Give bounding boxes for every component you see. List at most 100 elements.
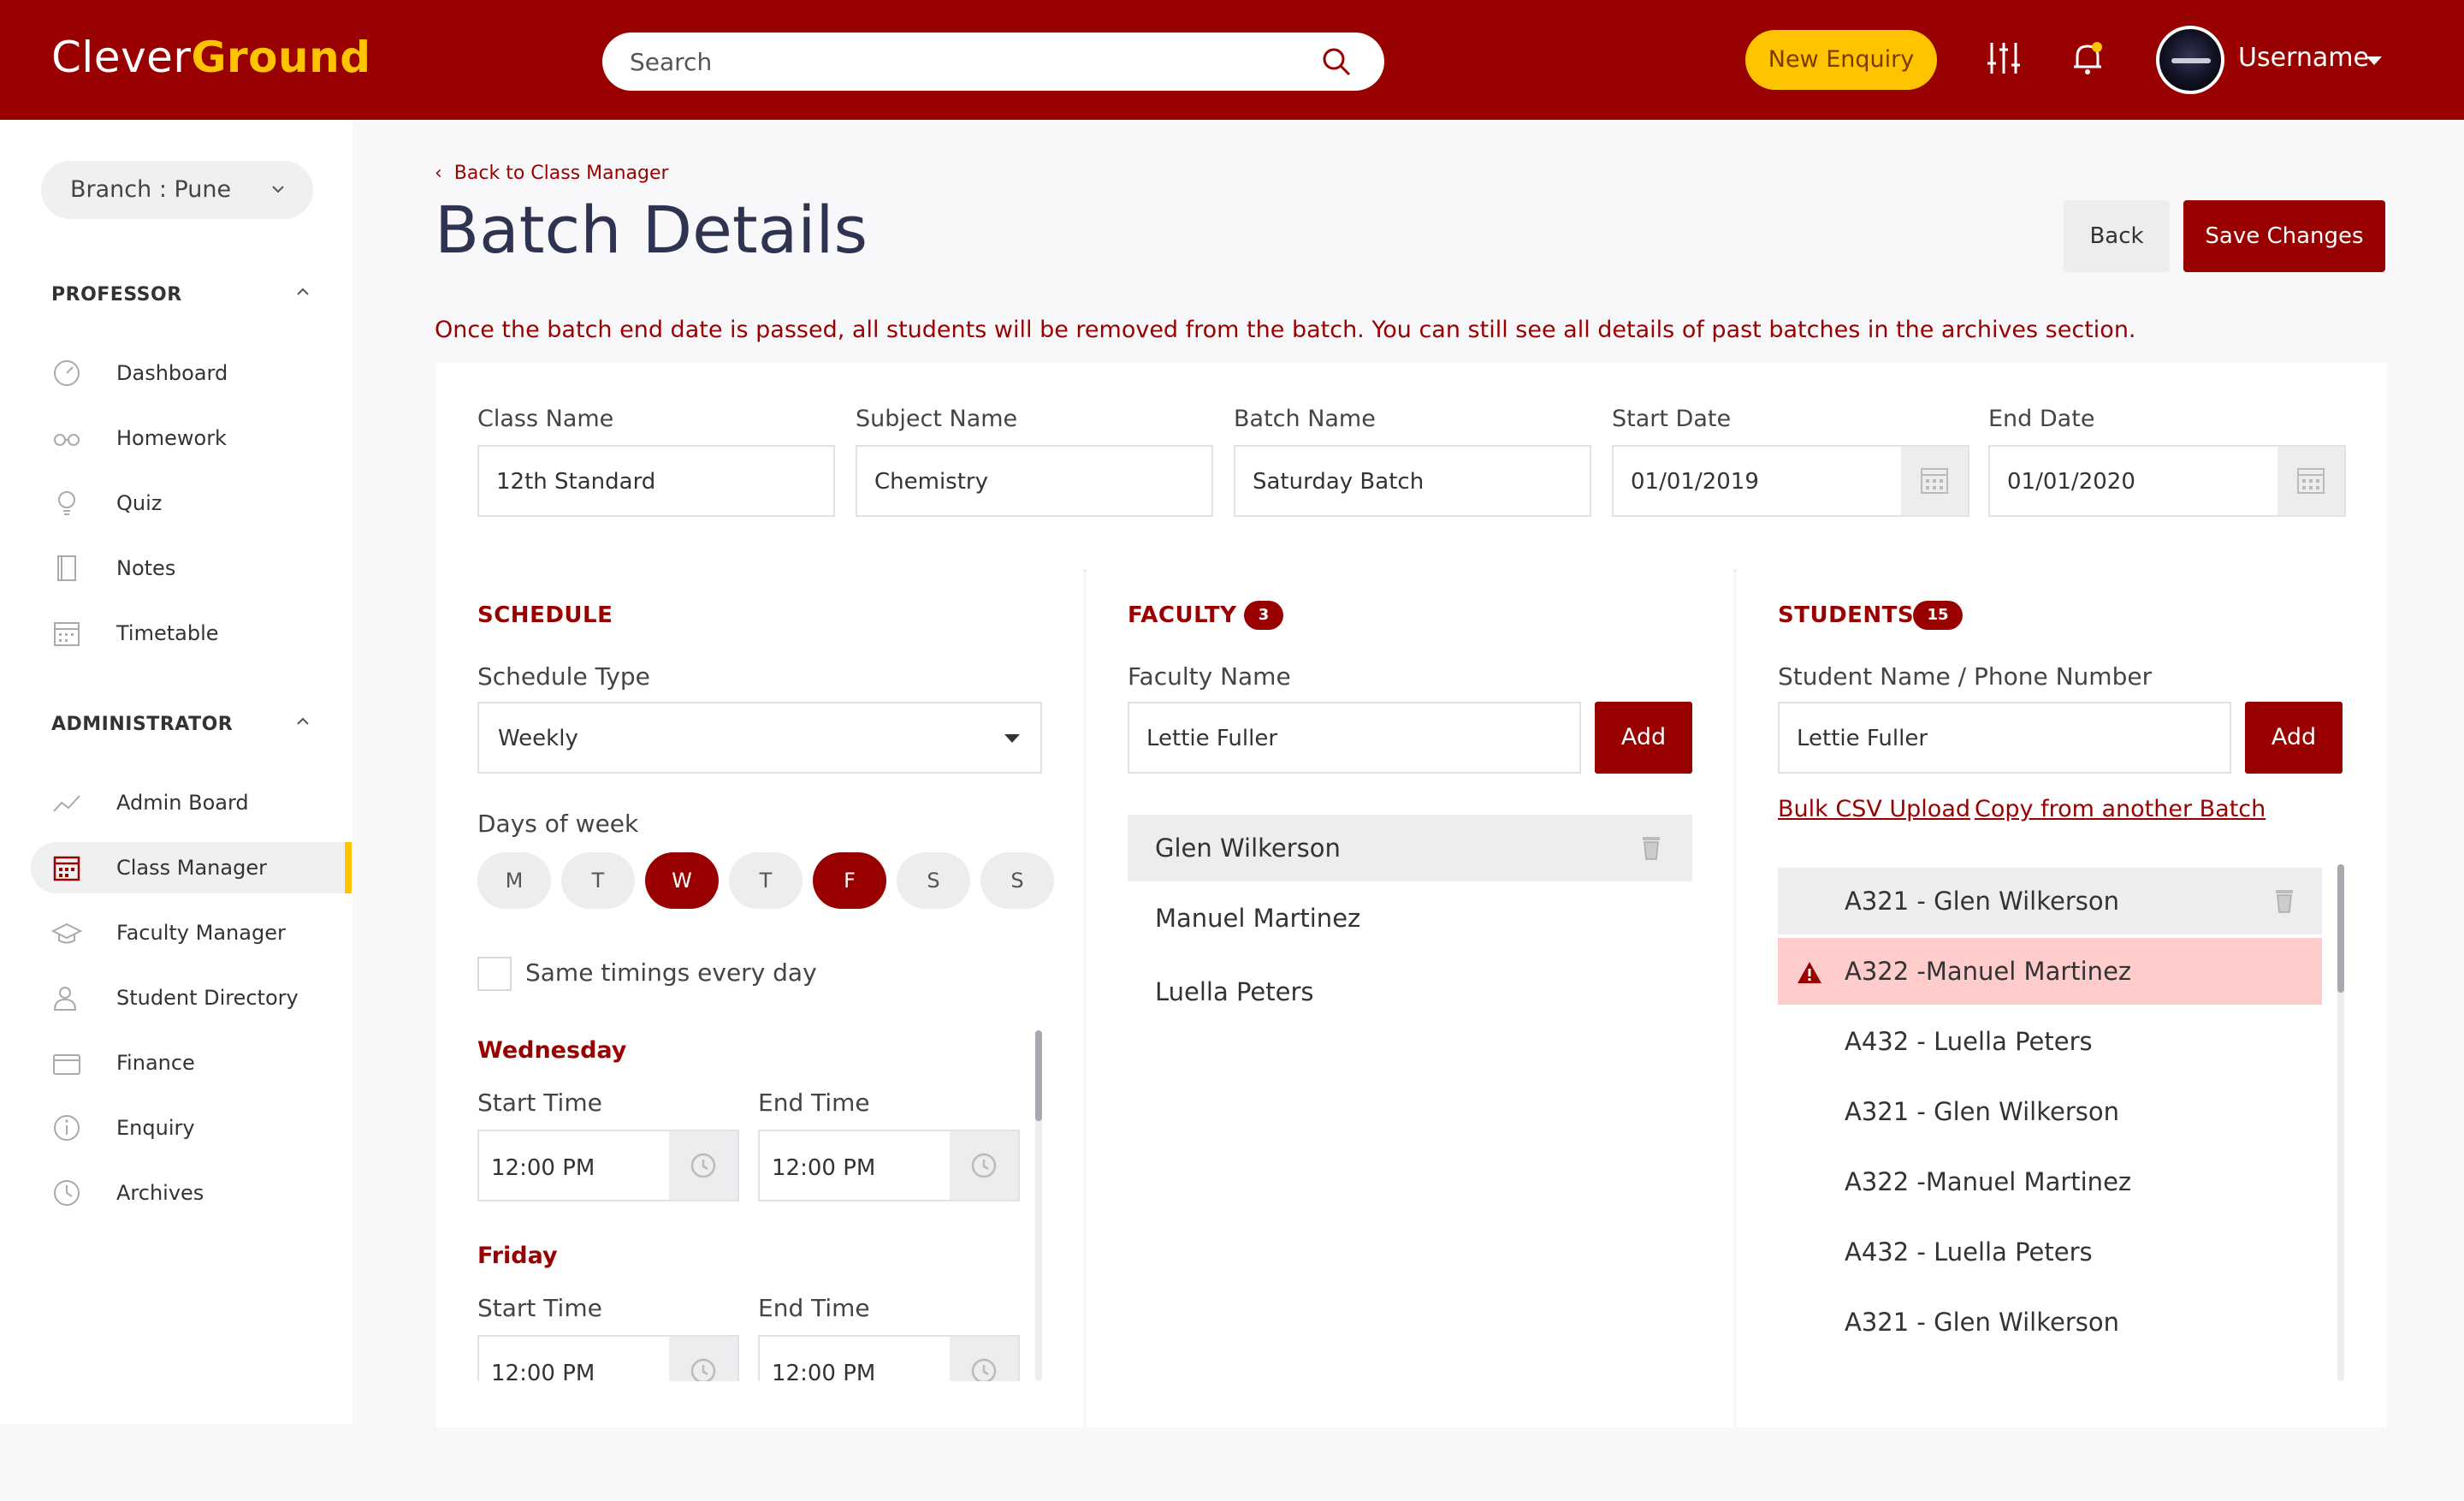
schedule-scroll-clip: 12:00 PM 12:00 PM [477, 1335, 1025, 1381]
batch-name-input[interactable]: Saturday Batch [1234, 445, 1591, 517]
end-time-input[interactable]: 12:00 PM [758, 1335, 1020, 1381]
trend-line-icon [53, 795, 80, 812]
dashboard-gauge-icon [54, 360, 80, 386]
username[interactable]: Username [2238, 43, 2369, 73]
faculty-list-item[interactable]: Manuel Martinez [1128, 885, 1692, 952]
day-toggle-friday[interactable]: F [813, 852, 886, 909]
faculty-list-item[interactable]: Luella Peters [1128, 958, 1692, 1025]
student-list-item[interactable]: A321 - Glen Wilkerson [1778, 1289, 2322, 1356]
schedule-day-heading: Friday [477, 1243, 558, 1269]
student-name-input[interactable]: Lettie Fuller [1778, 702, 2231, 774]
batch-name-label: Batch Name [1234, 406, 1376, 432]
sidebar-item-dashboard[interactable]: Dashboard [31, 347, 352, 399]
clock-history-icon [54, 1180, 80, 1206]
section-professor: PROFESSOR [51, 284, 182, 306]
students-count-badge: 15 [1913, 601, 1963, 630]
day-toggle-saturday[interactable]: S [897, 852, 970, 909]
start-date-label: Start Date [1612, 406, 1732, 432]
add-faculty-button[interactable]: Add [1595, 702, 1692, 774]
class-name-input[interactable]: 12th Standard [477, 445, 835, 517]
end-time-input[interactable]: 12:00 PM [758, 1130, 1020, 1201]
day-toggle-wednesday[interactable]: W [645, 852, 719, 909]
start-time-label: Start Time [477, 1089, 602, 1117]
lightbulb-icon [58, 491, 75, 515]
sidebar-item-notes[interactable]: Notes [31, 543, 352, 594]
clock-icon [690, 1153, 716, 1178]
start-time-input[interactable]: 12:00 PM [477, 1130, 739, 1201]
subject-name-input[interactable]: Chemistry [856, 445, 1213, 517]
schedule-scrollbar[interactable] [1035, 1030, 1042, 1381]
start-time-input[interactable]: 12:00 PM [477, 1335, 739, 1381]
logo[interactable]: CleverGround [51, 33, 371, 82]
day-toggle-sunday[interactable]: S [980, 852, 1054, 909]
calendar-icon [1921, 468, 1948, 494]
end-time-label: End Time [758, 1089, 870, 1117]
time-picker-button[interactable] [950, 1131, 1018, 1200]
class-name-label: Class Name [477, 406, 614, 432]
chevron-down-icon [272, 186, 284, 193]
copy-from-batch-link[interactable]: Copy from another Batch [1975, 796, 2266, 822]
sidebar-item-student-directory[interactable]: Student Directory [31, 972, 352, 1023]
sidebar-item-admin-board[interactable]: Admin Board [31, 777, 352, 828]
students-scrollbar[interactable] [2337, 864, 2344, 1381]
faculty-list-item[interactable]: Glen Wilkerson [1128, 815, 1692, 881]
student-list-item-error[interactable]: A322 -Manuel Martinez [1778, 938, 2322, 1005]
time-picker-button[interactable] [669, 1131, 737, 1200]
save-changes-button[interactable]: Save Changes [2183, 200, 2385, 272]
calendar-icon [53, 856, 80, 881]
new-enquiry-button[interactable]: New Enquiry [1745, 30, 1937, 90]
student-list-item[interactable]: A321 - Glen Wilkerson [1778, 1078, 2322, 1145]
search-bar[interactable]: Search [602, 33, 1384, 91]
schedule-type-select[interactable]: Weekly [477, 702, 1042, 774]
student-list-item[interactable]: A432 - Luella Peters [1778, 1219, 2322, 1285]
add-student-button[interactable]: Add [2245, 702, 2343, 774]
class-name-field: Class Name [477, 406, 613, 432]
avatar[interactable] [2156, 26, 2224, 94]
notification-bell-icon[interactable] [2069, 39, 2106, 77]
student-list-item[interactable]: A321 - Glen Wilkerson [1778, 868, 2322, 934]
branch-label: Branch : Pune [70, 176, 232, 203]
faculty-name-input[interactable]: Lettie Fuller [1128, 702, 1581, 774]
back-button[interactable]: Back [2064, 200, 2170, 272]
sidebar-item-quiz[interactable]: Quiz [31, 478, 352, 529]
sidebar-item-enquiry[interactable]: Enquiry [31, 1102, 352, 1154]
start-date-input[interactable]: 01/01/2019 [1612, 445, 1969, 517]
student-list-item[interactable]: A322 -Manuel Martinez [1778, 1148, 2322, 1215]
time-picker-button[interactable] [950, 1337, 1018, 1381]
sidebar-item-faculty-manager[interactable]: Faculty Manager [31, 907, 352, 958]
breadcrumb[interactable]: ‹ Back to Class Manager [435, 163, 669, 184]
bulk-csv-upload-link[interactable]: Bulk CSV Upload [1778, 796, 1970, 822]
time-picker-button[interactable] [669, 1337, 737, 1381]
calendar-picker-button[interactable] [1901, 447, 1968, 515]
faculty-panel: FACULTY 3 Faculty Name Lettie Fuller Add… [1087, 560, 1733, 1427]
section-administrator: ADMINISTRATOR [51, 714, 234, 735]
search-input[interactable]: Search [630, 48, 712, 76]
clock-icon [971, 1358, 997, 1381]
day-toggle-tuesday[interactable]: T [561, 852, 635, 909]
trash-icon[interactable] [2271, 887, 2298, 916]
sidebar-item-class-manager[interactable]: Class Manager [31, 842, 352, 893]
student-list-item[interactable]: A432 - Luella Peters [1778, 1008, 2322, 1075]
calendar-picker-button[interactable] [2277, 447, 2344, 515]
day-toggle-thursday[interactable]: T [729, 852, 803, 909]
trash-icon[interactable] [1638, 834, 1665, 863]
chevron-up-icon[interactable] [294, 286, 311, 298]
day-toggle-monday[interactable]: M [477, 852, 551, 909]
notebook-icon [57, 555, 76, 581]
faculty-name-label: Faculty Name [1128, 662, 1291, 691]
start-time-label: Start Time [477, 1294, 602, 1322]
end-date-input[interactable]: 01/01/2020 [1988, 445, 2346, 517]
branch-selector[interactable]: Branch : Pune [41, 161, 313, 219]
faculty-heading: FACULTY [1128, 602, 1237, 628]
sidebar-item-finance[interactable]: Finance [31, 1037, 352, 1089]
same-timings-checkbox[interactable] [477, 957, 512, 991]
search-icon[interactable] [1321, 46, 1352, 77]
chevron-down-icon[interactable] [2366, 56, 2382, 65]
sidebar-item-timetable[interactable]: Timetable [31, 608, 352, 659]
sidebar-item-homework[interactable]: Homework [31, 412, 352, 464]
chevron-up-icon[interactable] [294, 715, 311, 727]
end-date-field: End Date [1988, 406, 2094, 432]
sidebar-item-archives[interactable]: Archives [31, 1167, 352, 1219]
filter-sliders-icon[interactable] [1985, 39, 2023, 77]
students-panel: STUDENTS 15 Student Name / Phone Number … [1737, 560, 2387, 1427]
